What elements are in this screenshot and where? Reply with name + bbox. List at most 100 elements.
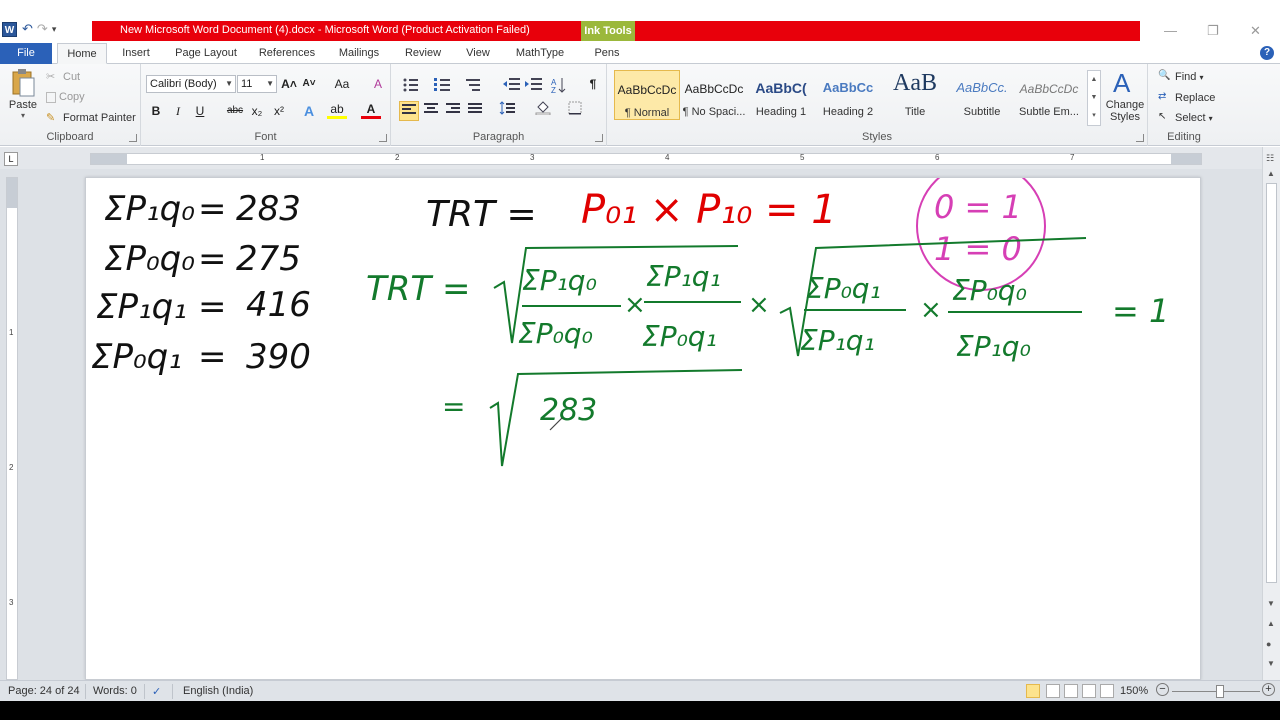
paste-icon — [12, 69, 35, 97]
tab-page-layout[interactable]: Page Layout — [168, 43, 244, 64]
draft-view-icon[interactable] — [1100, 684, 1114, 698]
font-family-select[interactable]: Calibri (Body) ▼ — [146, 75, 236, 93]
line-spacing-icon — [499, 101, 515, 115]
replace-button[interactable]: ⇄ Replace — [1158, 91, 1215, 105]
tab-insert[interactable]: Insert — [114, 43, 158, 64]
tab-pens[interactable]: Pens — [586, 43, 628, 64]
zoom-slider-thumb[interactable] — [1216, 685, 1224, 698]
word-app-icon[interactable]: W — [2, 22, 17, 37]
browse-object-icon[interactable]: ● — [1266, 639, 1271, 649]
bold-button[interactable]: B — [146, 101, 166, 121]
close-button[interactable]: ✕ — [1250, 23, 1261, 39]
ruler-toggle-icon[interactable]: ☷ — [1266, 153, 1274, 164]
italic-button[interactable]: I — [168, 101, 188, 121]
shading-button[interactable] — [533, 101, 553, 121]
justify-button[interactable] — [465, 101, 485, 121]
copy-button[interactable]: Copy — [46, 91, 85, 103]
tab-review[interactable]: Review — [398, 43, 448, 64]
tab-file[interactable]: File — [0, 43, 52, 64]
line-spacing-button[interactable] — [497, 101, 517, 121]
style-normal[interactable]: AaBbCcDc ¶ Normal — [614, 70, 680, 120]
full-screen-reading-view-icon[interactable] — [1046, 684, 1060, 698]
font-color-button[interactable]: A — [361, 101, 381, 119]
shrink-font-button[interactable]: A˅ — [299, 74, 319, 94]
style-no-spacing[interactable]: AaBbCcDc ¶ No Spaci... — [681, 70, 747, 120]
document-page[interactable]: ΣP₁q₀ = 283 ΣP₀q₀ = 275 ΣP₁q₁ = 416 ΣP₀q… — [85, 177, 1201, 680]
undo-icon[interactable]: ↶ — [22, 21, 33, 37]
align-left-button[interactable] — [399, 101, 419, 121]
proofing-icon[interactable]: ✓ — [152, 685, 161, 698]
zoom-in-button[interactable]: + — [1262, 683, 1275, 696]
font-size-select[interactable]: 11 ▼ — [237, 75, 277, 93]
show-hide-pilcrow-button[interactable]: ¶ — [583, 74, 603, 94]
outline-view-icon[interactable] — [1082, 684, 1096, 698]
clear-formatting-button[interactable]: A — [368, 74, 388, 94]
align-center-button[interactable] — [421, 101, 441, 121]
minimize-button[interactable]: — — [1164, 23, 1177, 38]
superscript-button[interactable]: x² — [269, 101, 289, 121]
ink-left-notes: ΣP₁q₀ = 283 ΣP₀q₀ = 275 ΣP₁q₁ = 416 ΣP₀q… — [91, 189, 311, 377]
zoom-level[interactable]: 150% — [1120, 685, 1148, 697]
style-title[interactable]: AaB Title — [882, 70, 948, 120]
word-count[interactable]: Words: 0 — [93, 685, 137, 697]
scroll-down-icon[interactable]: ▼ — [1267, 599, 1275, 608]
tab-home[interactable]: Home — [57, 43, 107, 64]
help-icon[interactable]: ? — [1260, 46, 1274, 60]
paragraph-launcher-icon[interactable] — [595, 134, 603, 142]
tab-references[interactable]: References — [252, 43, 322, 64]
language-status[interactable]: English (India) — [183, 685, 253, 697]
style-heading-1[interactable]: AaBbC( Heading 1 — [748, 70, 814, 120]
change-styles-button[interactable]: A Change Styles — [1105, 68, 1145, 123]
cut-button[interactable]: ✂ Cut — [46, 70, 80, 84]
vertical-scrollbar[interactable]: ☷ ▲ ▼ ▲ ● ▼ — [1262, 147, 1280, 680]
select-button[interactable]: ↖ Select ▾ — [1158, 111, 1213, 125]
paste-button[interactable]: Paste ▾ — [8, 68, 38, 120]
text-effects-button[interactable]: A — [299, 101, 319, 121]
ink-value-283-line3: 283 — [540, 393, 597, 428]
style-subtle-emphasis[interactable]: AaBbCcDc Subtle Em... — [1016, 70, 1082, 120]
restore-button[interactable]: ❐ — [1207, 23, 1219, 39]
highlight-button[interactable]: ab — [327, 101, 347, 119]
subscript-button[interactable]: x₂ — [247, 101, 267, 121]
scroll-thumb[interactable] — [1266, 183, 1277, 583]
tab-mathtype[interactable]: MathType — [508, 43, 572, 64]
ruler-number: 6 — [935, 153, 940, 162]
grow-font-button[interactable]: A˄ — [279, 74, 299, 94]
styles-launcher-icon[interactable] — [1136, 134, 1144, 142]
quick-access-toolbar: ↶ ↷ ▾ — [22, 21, 56, 37]
sort-icon: A Z — [551, 78, 566, 95]
multilevel-icon — [466, 79, 480, 91]
tab-view[interactable]: View — [456, 43, 500, 64]
format-painter-button[interactable]: ✎ Format Painter — [46, 111, 136, 125]
replace-icon: ⇄ — [1158, 91, 1167, 102]
next-page-icon[interactable]: ▼ — [1267, 659, 1275, 668]
web-layout-view-icon[interactable] — [1064, 684, 1078, 698]
styles-gallery-scroll[interactable]: ▲ ▼ ▾ — [1087, 70, 1101, 126]
tab-selector[interactable]: L — [4, 152, 18, 166]
redo-icon[interactable]: ↷ — [37, 21, 48, 37]
align-right-button[interactable] — [443, 101, 463, 121]
ink-canvas[interactable]: ΣP₁q₀ = 283 ΣP₀q₀ = 275 ΣP₁q₁ = 416 ΣP₀q… — [86, 178, 1202, 681]
ink-frac3-num: ΣP₀q₁ — [806, 272, 881, 305]
customize-qat-icon[interactable]: ▾ — [52, 24, 57, 37]
style-heading-2[interactable]: AaBbCc Heading 2 — [815, 70, 881, 120]
strikethrough-button[interactable]: abc — [223, 101, 247, 121]
clipboard-launcher-icon[interactable] — [129, 134, 137, 142]
horizontal-ruler[interactable]: 1 2 3 4 5 6 7 — [90, 153, 1202, 165]
previous-page-icon[interactable]: ▲ — [1267, 619, 1275, 628]
vertical-ruler[interactable]: 1 2 3 — [6, 177, 18, 680]
zoom-out-button[interactable]: − — [1156, 683, 1169, 696]
print-layout-view-icon[interactable] — [1026, 684, 1040, 698]
ruler-number: 2 — [395, 153, 400, 162]
borders-button[interactable] — [565, 101, 585, 121]
find-button[interactable]: 🔍 Find ▾ — [1158, 70, 1203, 84]
ink-value-275: 275 — [236, 239, 301, 279]
ink-trt-product: P₀₁ × P₁₀ = 1 — [581, 187, 837, 233]
tab-mailings[interactable]: Mailings — [330, 43, 388, 64]
page-count[interactable]: Page: 24 of 24 — [8, 685, 80, 697]
underline-button[interactable]: U — [190, 101, 210, 121]
scroll-up-icon[interactable]: ▲ — [1267, 169, 1275, 178]
style-subtitle[interactable]: AaBbCc. Subtitle — [949, 70, 1015, 120]
font-launcher-icon[interactable] — [379, 134, 387, 142]
change-case-button[interactable]: Aa — [329, 74, 355, 94]
